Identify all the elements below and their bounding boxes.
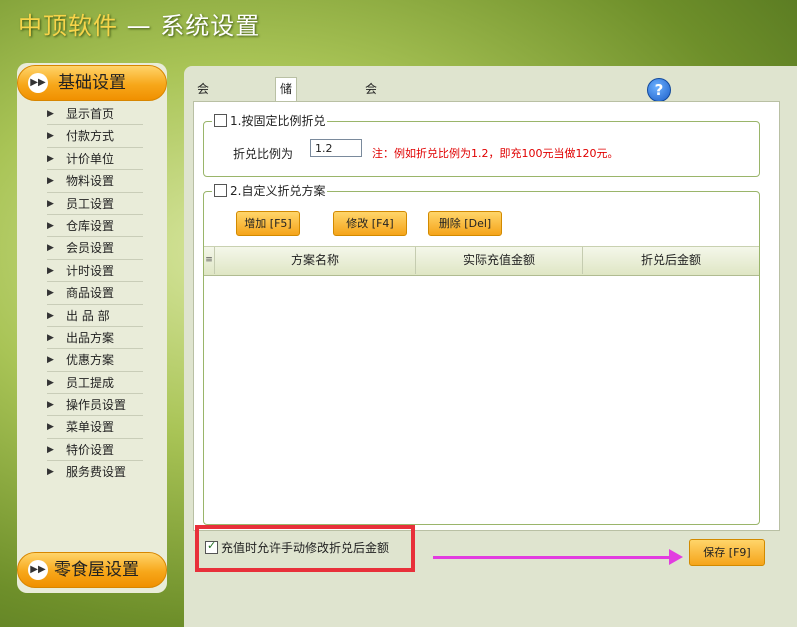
chevron-right-icon: ▶ (47, 243, 54, 254)
tab-member-level[interactable]: 会员级别设置 (193, 78, 213, 206)
custom-plan-checkbox[interactable] (214, 184, 227, 197)
chevron-right-icon: ▶ (47, 444, 54, 455)
chevron-right-icon: ▶ (47, 198, 54, 209)
sidebar-item[interactable]: ▶ 员工提成 (47, 372, 143, 395)
fixed-ratio-section: 1.按固定比例折兑 折兑比例为 1.2 注：例如折兑比例为1.2，即充100元当… (203, 113, 760, 177)
sidebar-menu: ▶ 显示首页 ▶ 付款方式 ▶ 计价单位 ▶ 物料设置 ▶ 员工设置 ▶ 仓库设置 ▶ 会员设… (17, 103, 167, 484)
chevron-right-icon: ▶ (47, 131, 54, 142)
fixed-ratio-title: 1.按固定比例折兑 (212, 113, 328, 129)
tab-content: 1.按固定比例折兑 折兑比例为 1.2 注：例如折兑比例为1.2，即充100元当… (193, 101, 780, 531)
ratio-note: 注：例如折兑比例为1.2，即充100元当做120元。 (372, 147, 619, 160)
chevron-right-icon: ▶ (47, 153, 54, 164)
delete-button[interactable]: 删除 [Del] (428, 211, 502, 236)
chevron-right-icon: ▶ (47, 288, 54, 299)
sidebar-item[interactable]: ▶ 菜单设置 (47, 416, 143, 439)
column-plan-name[interactable]: 方案名称 (215, 247, 416, 274)
chevron-right-icon: ▶ (47, 400, 54, 411)
sidebar-item[interactable]: ▶ 物料设置 (47, 170, 143, 193)
sidebar-item[interactable]: ▶ 会员设置 (47, 237, 143, 260)
allow-manual-label: 充值时允许手动修改折兑后金额 (221, 541, 390, 555)
group-snack-label: 零食屋设置 (54, 560, 139, 580)
app-title-suffix: — 系统设置 (118, 12, 261, 40)
chevron-right-icon: ▶ (47, 176, 54, 187)
fixed-ratio-checkbox[interactable] (214, 114, 227, 127)
sidebar-item[interactable]: ▶ 服务费设置 (47, 461, 143, 483)
sidebar-item[interactable]: ▶ 计时设置 (47, 260, 143, 283)
allow-manual-option[interactable]: 充值时允许手动修改折兑后金额 (205, 539, 389, 556)
allow-manual-checkbox[interactable] (205, 539, 218, 554)
sidebar-item[interactable]: ▶ 出 品 部 (47, 305, 143, 327)
app-title: 中顶软件 — 系统设置 (18, 6, 260, 40)
sidebar-item[interactable]: ▶ 出品方案 (47, 327, 143, 350)
column-actual-amount[interactable]: 实际充值金额 (416, 247, 583, 274)
chevron-right-icon: ▶ (47, 220, 54, 231)
chevron-right-icon: ▶ (47, 467, 54, 478)
column-chooser-icon[interactable]: ≡ (204, 247, 215, 274)
sidebar-item[interactable]: ▶ 操作员设置 (47, 394, 143, 417)
help-icon[interactable]: ? (647, 78, 671, 102)
plan-table-header: ≡ 方案名称 实际充值金额 折兑后金额 (204, 246, 759, 276)
ratio-input[interactable]: 1.2 (310, 139, 362, 157)
app-brand: 中顶软件 (18, 12, 118, 40)
sidebar: ▶▶ 基础设置 ▶ 显示首页 ▶ 付款方式 ▶ 计价单位 ▶ 物料设置 ▶ 员工设置 ▶ 仓… (17, 63, 167, 593)
chevron-right-icon: ▶ (47, 265, 54, 276)
ratio-label: 折兑比例为 (233, 147, 294, 161)
group-basic-label: 基础设置 (58, 73, 126, 93)
tab-stored-value-exchange[interactable]: 储值折兑设置 (275, 77, 298, 206)
chevron-right-icon: ▶ (47, 310, 54, 321)
save-button[interactable]: 保存 [F9] (689, 539, 765, 566)
sidebar-item[interactable]: ▶ 员工设置 (47, 193, 143, 215)
column-exchanged-amount[interactable]: 折兑后金额 (583, 247, 759, 274)
tab-member-points[interactable]: 会员积分设置 (361, 78, 381, 206)
add-button[interactable]: 增加 [F5] (236, 211, 300, 236)
group-snack-settings[interactable]: ▶▶ 零食屋设置 (17, 552, 167, 588)
sidebar-item[interactable]: ▶ 仓库设置 (47, 215, 143, 238)
chevron-right-icon: ▶ (47, 355, 54, 366)
sidebar-item[interactable]: ▶ 付款方式 (47, 125, 143, 148)
custom-plan-section: 2.自定义折兑方案 增加 [F5] 修改 [F4] 删除 [Del] ≡ 方案名… (203, 183, 760, 525)
pointer-arrow-line (433, 556, 673, 559)
pointer-arrow-icon (669, 549, 683, 565)
sidebar-item[interactable]: ▶ 显示首页 (47, 103, 143, 126)
sidebar-item[interactable]: ▶ 特价设置 (47, 439, 143, 462)
edit-button[interactable]: 修改 [F4] (333, 211, 407, 236)
chevron-right-icon: ▶ (47, 332, 54, 343)
expand-icon: ▶▶ (28, 73, 48, 93)
sidebar-item[interactable]: ▶ 商品设置 (47, 282, 143, 305)
chevron-right-icon: ▶ (47, 422, 54, 433)
sidebar-item[interactable]: ▶ 计价单位 (47, 148, 143, 171)
sidebar-item[interactable]: ▶ 优惠方案 (47, 349, 143, 372)
custom-plan-title: 2.自定义折兑方案 (212, 183, 328, 199)
settings-panel: 会员级别设置 储值折兑设置 会员积分设置 ? 1.按固定比例折兑 折兑比例为 1… (184, 66, 797, 627)
expand-icon: ▶▶ (28, 560, 48, 580)
chevron-right-icon: ▶ (47, 377, 54, 388)
group-basic-settings[interactable]: ▶▶ 基础设置 (17, 65, 167, 101)
chevron-right-icon: ▶ (47, 109, 54, 119)
